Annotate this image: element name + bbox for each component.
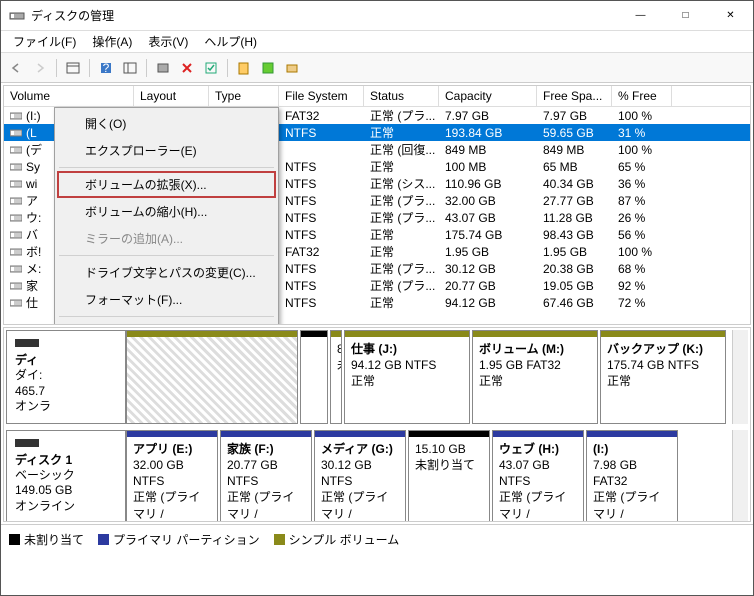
window-title: ディスクの管理: [31, 7, 618, 24]
volume-box[interactable]: [126, 330, 298, 424]
legend-simple: シンプル ボリューム: [274, 531, 400, 548]
settings-button[interactable]: [119, 57, 141, 79]
menu-help[interactable]: ヘルプ(H): [196, 31, 265, 52]
new-button[interactable]: [233, 57, 255, 79]
action-button[interactable]: [257, 57, 279, 79]
legend: 未割り当て プライマリ パーティション シンプル ボリューム: [1, 524, 753, 554]
maximize-button[interactable]: □: [663, 1, 708, 31]
ctx-open[interactable]: 開く(O): [57, 110, 276, 137]
disk-info[interactable]: ディダイ:465.7オンラ: [6, 330, 126, 424]
volume-box[interactable]: ウェブ (H:)43.07 GB NTFS正常 (プライマリ /: [492, 430, 584, 522]
volume-box[interactable]: アプリ (E:)32.00 GB NTFS正常 (プライマリ /: [126, 430, 218, 522]
volume-list[interactable]: Volume Layout Type File System Status Ca…: [3, 85, 751, 325]
volume-box[interactable]: [300, 330, 328, 424]
disk-icon: [15, 439, 39, 447]
context-menu: 開く(O) エクスプローラー(E) ボリュームの拡張(X)... ボリュームの縮…: [54, 107, 279, 325]
col-type[interactable]: Type: [209, 86, 279, 106]
menu-view[interactable]: 表示(V): [140, 31, 196, 52]
ctx-drive-letter[interactable]: ドライブ文字とパスの変更(C)...: [57, 259, 276, 286]
ctx-format[interactable]: フォーマット(F)...: [57, 286, 276, 313]
ctx-extend-volume[interactable]: ボリュームの拡張(X)...: [57, 171, 276, 198]
ctx-explorer[interactable]: エクスプローラー(E): [57, 137, 276, 164]
col-capacity[interactable]: Capacity: [439, 86, 537, 106]
more-button[interactable]: [281, 57, 303, 79]
menu-file[interactable]: ファイル(F): [5, 31, 84, 52]
view-button[interactable]: [62, 57, 84, 79]
volume-box[interactable]: ボリューム (M:)1.95 GB FAT32正常: [472, 330, 598, 424]
col-layout[interactable]: Layout: [134, 86, 209, 106]
volume-box[interactable]: 仕事 (J:)94.12 GB NTFS正常: [344, 330, 470, 424]
disk-row: ディダイ:465.7オンラ 8未仕事 (J:)94.12 GB NTFS正常ボリュ…: [6, 330, 748, 428]
disk-graphical-pane[interactable]: ディダイ:465.7オンラ 8未仕事 (J:)94.12 GB NTFS正常ボリュ…: [3, 327, 751, 522]
col-status[interactable]: Status: [364, 86, 439, 106]
volume-box[interactable]: 家族 (F:)20.77 GB NTFS正常 (プライマリ /: [220, 430, 312, 522]
refresh-button[interactable]: [152, 57, 174, 79]
menu-action[interactable]: 操作(A): [84, 31, 140, 52]
disk-info[interactable]: ディスク 1ベーシック149.05 GBオンライン: [6, 430, 126, 522]
volume-box[interactable]: (I:)7.98 GB FAT32正常 (プライマリ /: [586, 430, 678, 522]
volume-box[interactable]: 8未: [330, 330, 342, 424]
volume-box[interactable]: メディア (G:)30.12 GB NTFS正常 (プライマリ /: [314, 430, 406, 522]
col-pct[interactable]: % Free: [612, 86, 672, 106]
ctx-shrink-volume[interactable]: ボリュームの縮小(H)...: [57, 198, 276, 225]
volume-box[interactable]: バックアップ (K:)175.74 GB NTFS正常: [600, 330, 726, 424]
app-icon: [9, 8, 25, 24]
help-button[interactable]: ?: [95, 57, 117, 79]
volume-box[interactable]: 15.10 GB未割り当て: [408, 430, 490, 522]
properties-button[interactable]: [200, 57, 222, 79]
legend-unallocated: 未割り当て: [9, 531, 84, 548]
disk-row: ディスク 1ベーシック149.05 GBオンラインアプリ (E:)32.00 G…: [6, 430, 748, 522]
menubar: ファイル(F) 操作(A) 表示(V) ヘルプ(H): [1, 31, 753, 53]
window-titlebar: ディスクの管理 — □ ✕: [1, 1, 753, 31]
back-button[interactable]: [5, 57, 27, 79]
ctx-reactivate: ボリュームの再アクティブ化(R): [57, 320, 276, 325]
minimize-button[interactable]: —: [618, 1, 663, 31]
disk-icon: [15, 339, 39, 347]
col-filesystem[interactable]: File System: [279, 86, 364, 106]
col-free[interactable]: Free Spa...: [537, 86, 612, 106]
col-volume[interactable]: Volume: [4, 86, 134, 106]
volume-list-header: Volume Layout Type File System Status Ca…: [4, 86, 750, 107]
legend-primary: プライマリ パーティション: [98, 531, 260, 548]
forward-button[interactable]: [29, 57, 51, 79]
toolbar: ?: [1, 53, 753, 83]
close-button[interactable]: ✕: [708, 1, 753, 31]
delete-button[interactable]: [176, 57, 198, 79]
svg-text:?: ?: [103, 61, 110, 75]
ctx-add-mirror: ミラーの追加(A)...: [57, 225, 276, 252]
